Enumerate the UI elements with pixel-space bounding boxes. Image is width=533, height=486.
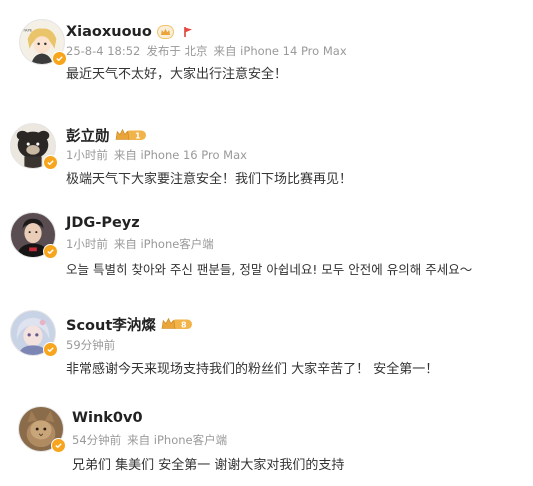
svg-text:TAPE: TAPE <box>22 27 33 32</box>
post-time: 59分钟前 <box>66 338 116 352</box>
username[interactable]: Scout李汭燦 <box>66 314 156 335</box>
post-time: 1小时前 <box>66 148 108 162</box>
post-time: 1小时前 <box>66 237 108 251</box>
verified-icon <box>43 244 58 259</box>
vip-level: 8 <box>181 321 187 330</box>
post-device: 来自 iPhone 16 Pro Max <box>113 148 247 162</box>
verified-icon <box>43 155 58 170</box>
crown-badge-icon[interactable] <box>156 24 174 40</box>
vip-crown-badge-icon[interactable]: 8 <box>161 316 193 332</box>
verified-icon <box>43 342 58 357</box>
vip-level: 1 <box>135 132 141 141</box>
avatar[interactable] <box>10 212 58 259</box>
avatar[interactable] <box>10 123 58 170</box>
post-device: 来自 iPhone客户端 <box>113 237 214 251</box>
comment-item: Scout李汭燦 8 59分钟前 非常感谢今天来现场支持我们的粉丝们 大家辛苦了… <box>0 300 533 395</box>
post-device: 来自 iPhone客户端 <box>127 433 228 447</box>
avatar[interactable]: TAPE <box>19 19 67 66</box>
comment-text: 非常感谢今天来现场支持我们的粉丝们 大家辛苦了！ 安全第一！ <box>66 362 439 377</box>
comment-text: 极端天气下大家要注意安全！我们下场比赛再见！ <box>66 172 353 187</box>
verified-icon <box>52 51 67 66</box>
username[interactable]: Wink0v0 <box>72 410 143 426</box>
comment-item: Wink0v0 54分钟前 来自 iPhone客户端 兄弟们 集美们 安全第一 … <box>0 398 533 486</box>
post-location: 发布于 北京 <box>146 44 208 58</box>
vip-crown-badge-icon[interactable]: 1 <box>115 127 147 143</box>
comment-item: 彭立勋 1 1小时前 来自 iPhone 16 Pro Max 极端天气下大家要… <box>0 105 533 200</box>
comment-text: 오늘 특별히 찾아와 주신 팬분들, 정말 아쉽네요! 모두 안전에 유의해 주… <box>66 262 473 277</box>
verified-icon <box>51 438 66 453</box>
username[interactable]: Xiaoxuouo <box>66 24 152 40</box>
post-time: 25-8-4 18:52 <box>66 44 141 58</box>
comment-item: JDG-Peyz 1小时前 来自 iPhone客户端 오늘 특별히 찾아와 주신… <box>0 200 533 292</box>
post-device: 来自 iPhone 14 Pro Max <box>213 44 347 58</box>
username[interactable]: 彭立勋 <box>66 125 110 146</box>
avatar[interactable] <box>10 310 58 357</box>
username[interactable]: JDG-Peyz <box>66 215 140 231</box>
flag-icon[interactable] <box>183 24 193 40</box>
comment-text: 兄弟们 集美们 安全第一 谢谢大家对我们的支持 <box>72 458 345 473</box>
comment-item: TAPE Xiaoxuouo 25-8-4 18:52 发布于 北京 来自 iP… <box>0 0 533 90</box>
post-time: 54分钟前 <box>72 433 122 447</box>
avatar[interactable] <box>18 406 66 453</box>
comment-text: 最近天气不太好，大家出行注意安全！ <box>66 67 288 82</box>
